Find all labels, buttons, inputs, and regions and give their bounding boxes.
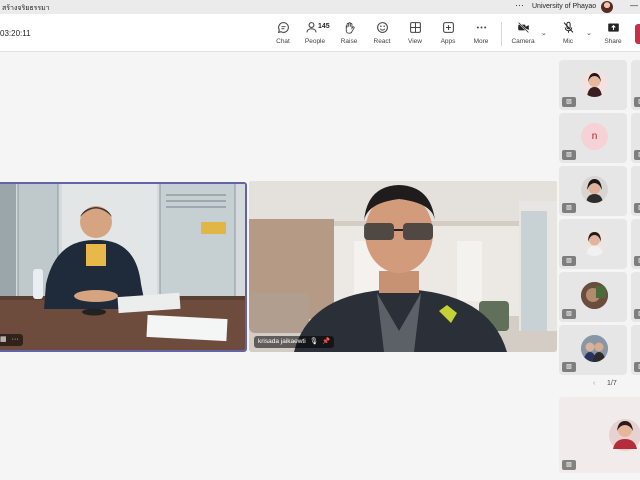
gallery-pager: ‹ 1/7: [593, 380, 617, 387]
camera-label: Camera: [511, 38, 535, 45]
gallery-tile[interactable]: ▧: [631, 219, 640, 269]
grid-icon: [398, 21, 432, 35]
self-view-tile[interactable]: ▧: [559, 397, 640, 473]
previous-page-chevron-icon[interactable]: ‹: [593, 380, 595, 387]
krisada-video: [249, 181, 557, 352]
ellipsis-icon: [464, 21, 498, 35]
plus-icon: [431, 21, 465, 35]
title-bar: สร้างจริยธรรมา ··· University of Phayao …: [0, 0, 640, 14]
gallery-tile[interactable]: ▧: [631, 272, 640, 322]
account-avatar[interactable]: [601, 1, 613, 13]
react-label: React: [373, 38, 391, 45]
mic-muted-icon: ▧: [634, 97, 640, 107]
presenter-tile-controls[interactable]: ▦ ···: [0, 334, 23, 346]
mic-muted-icon: ▧: [562, 256, 576, 266]
participant-avatar: [581, 70, 608, 97]
mic-muted-icon: ▧: [634, 362, 640, 372]
page-indicator: 1/7: [607, 380, 617, 387]
raise-hand-button[interactable]: Raise: [332, 21, 366, 45]
mic-muted-icon: 🎙: [309, 338, 318, 345]
mic-options-chevron-icon[interactable]: ⌄: [586, 29, 592, 37]
participant-name-tag: krisada jaikaewti 🎙 📌: [254, 336, 335, 348]
apps-button[interactable]: Apps: [431, 21, 465, 45]
meeting-toolbar: 03:20:11 Chat 145 People Raise React Vie…: [0, 14, 640, 52]
video-tile-presenter[interactable]: ▦ ···: [0, 182, 247, 352]
teams-meeting-window: สร้างจริยธรรมา ··· University of Phayao …: [0, 0, 640, 480]
participant-avatar: [581, 176, 608, 203]
mic-muted-icon: ▧: [562, 362, 576, 372]
toolbar-divider: [501, 22, 502, 46]
minimize-button[interactable]: —: [630, 1, 638, 10]
camera-off-icon: [506, 21, 540, 35]
pin-icon: 📌: [321, 338, 331, 345]
view-button[interactable]: View: [398, 21, 432, 45]
people-button[interactable]: 145 People: [298, 21, 332, 45]
participant-avatar: [581, 229, 608, 256]
presenter-video: [0, 184, 245, 350]
more-button[interactable]: More: [464, 21, 498, 45]
share-button[interactable]: Share: [596, 21, 630, 45]
react-button[interactable]: React: [365, 21, 399, 45]
gallery-tile[interactable]: ▧: [559, 272, 627, 322]
more-label: More: [473, 38, 489, 45]
apps-label: Apps: [440, 38, 456, 45]
chat-label: Chat: [276, 38, 290, 45]
gallery-tile[interactable]: ▧: [559, 166, 627, 216]
smiley-icon: [365, 21, 399, 35]
gallery-tile[interactable]: ▧: [631, 113, 640, 163]
mic-muted-icon: ▧: [562, 150, 576, 160]
titlebar-more-button[interactable]: ···: [515, 0, 524, 10]
people-label: People: [304, 38, 326, 45]
share-icon: [596, 21, 630, 35]
gallery-tile[interactable]: ▧: [559, 325, 627, 375]
camera-options-chevron-icon[interactable]: ⌄: [541, 29, 547, 37]
mic-muted-icon: ▧: [562, 309, 576, 319]
tile-more-button[interactable]: ···: [12, 334, 19, 346]
participant-initial-avatar: n: [581, 123, 608, 150]
mic-muted-icon: ▧: [562, 203, 576, 213]
mic-muted-icon: ▧: [562, 97, 576, 107]
camera-button[interactable]: Camera: [506, 21, 540, 45]
mic-off-icon: [551, 21, 585, 35]
gallery-tile[interactable]: n ▧: [559, 113, 627, 163]
gallery-tile[interactable]: ▧: [631, 166, 640, 216]
mic-muted-icon: ▧: [634, 203, 640, 213]
gallery-tile[interactable]: ▧: [559, 219, 627, 269]
share-label: Share: [604, 38, 622, 45]
meeting-timer: 03:20:11: [0, 29, 31, 38]
mic-label: Mic: [562, 38, 574, 45]
participant-avatar: [581, 282, 608, 309]
leave-button[interactable]: [635, 24, 640, 44]
gallery-tile[interactable]: ▧: [631, 325, 640, 375]
mic-muted-icon: ▧: [562, 460, 576, 470]
mic-muted-icon: ▦: [0, 336, 7, 343]
view-label: View: [408, 38, 422, 45]
hand-icon: [332, 21, 366, 35]
mic-muted-icon: ▧: [634, 256, 640, 266]
video-tile-krisada[interactable]: krisada jaikaewti 🎙 📌: [249, 181, 557, 352]
mic-muted-icon: ▧: [634, 309, 640, 319]
meeting-title: สร้างจริยธรรมา: [2, 5, 50, 12]
participant-count: 145: [318, 23, 330, 30]
mic-muted-icon: ▧: [634, 150, 640, 160]
gallery-tile[interactable]: ▧: [631, 60, 640, 110]
participant-name: krisada jaikaewti: [258, 338, 306, 345]
raise-label: Raise: [340, 38, 358, 45]
participant-avatar: [581, 335, 608, 362]
gallery-tile[interactable]: ▧: [559, 60, 627, 110]
organization-name: University of Phayao: [532, 3, 597, 10]
mic-button[interactable]: Mic: [551, 21, 585, 45]
